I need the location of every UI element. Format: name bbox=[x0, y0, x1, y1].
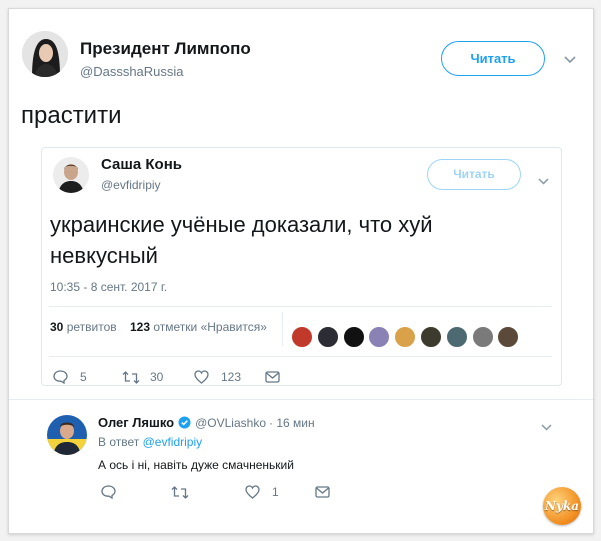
reply-to-line: В ответ @evfidripiy bbox=[98, 435, 202, 449]
main-author-name[interactable]: Президент Лимпопо bbox=[80, 39, 251, 59]
reply-icon bbox=[53, 370, 68, 384]
liker-avatar[interactable] bbox=[471, 326, 494, 348]
reply-direct-message-action[interactable] bbox=[315, 486, 330, 498]
chevron-down-icon[interactable] bbox=[564, 51, 576, 69]
liker-avatar[interactable] bbox=[445, 326, 468, 348]
verified-badge-icon bbox=[178, 416, 191, 429]
likes-label: отметки «Нравится» bbox=[153, 320, 267, 334]
reply-icon bbox=[101, 485, 116, 499]
quoted-follow-button[interactable]: Читать bbox=[427, 159, 521, 190]
reply-action[interactable]: 5 bbox=[53, 370, 87, 384]
quoted-stats-divider-top bbox=[49, 306, 552, 307]
retweet-icon bbox=[122, 370, 140, 384]
reply-chevron-down-icon[interactable] bbox=[541, 418, 552, 436]
likes-count: 123 bbox=[130, 320, 151, 334]
main-author-handle[interactable]: @DassshaRussia bbox=[80, 64, 184, 79]
retweet-stats[interactable]: 30 ретвитов bbox=[50, 320, 117, 334]
quoted-author-avatar[interactable] bbox=[53, 157, 89, 193]
reply-divider bbox=[9, 399, 593, 400]
liker-avatar[interactable] bbox=[291, 326, 313, 348]
main-tweet-text: прастити bbox=[21, 102, 122, 129]
retweet-icon bbox=[171, 486, 189, 499]
quoted-author-name[interactable]: Саша Конь bbox=[101, 156, 182, 173]
follow-button[interactable]: Читать bbox=[441, 41, 545, 76]
reply-to-prefix: В ответ bbox=[98, 435, 140, 449]
watermark-logo: Nyka bbox=[543, 487, 581, 525]
quoted-stats-divider-bottom bbox=[49, 356, 552, 357]
stats-vertical-divider bbox=[282, 312, 283, 346]
retweets-label: ретвитов bbox=[66, 320, 117, 334]
liker-avatar[interactable] bbox=[420, 326, 442, 348]
watermark-text: Nyka bbox=[544, 499, 580, 513]
reply-author-avatar[interactable] bbox=[47, 415, 87, 455]
reply-retweet-action[interactable] bbox=[171, 486, 189, 499]
quoted-tweet-text-line1: украинские учёные доказали, что хуй bbox=[50, 212, 433, 237]
reply-author-name[interactable]: Олег Ляшко bbox=[98, 415, 174, 430]
reply-reply-action[interactable] bbox=[101, 485, 116, 499]
reply-text: А ось і ні, навіть дуже смачненький bbox=[98, 458, 294, 472]
reply-author-handle[interactable]: @OVLiashko bbox=[195, 416, 266, 430]
reply-to-handle[interactable]: @evfidripiy bbox=[143, 435, 203, 449]
retweet-count: 30 bbox=[150, 370, 164, 384]
retweets-count: 30 bbox=[50, 320, 64, 334]
reply-like-action[interactable]: 1 bbox=[245, 485, 279, 499]
likes-stats[interactable]: 123 отметки «Нравится» bbox=[130, 320, 267, 334]
tweet-card: Президент Лимпопо @DassshaRussia Читать … bbox=[8, 8, 594, 534]
reply-header: Олег Ляшко @OVLiashko · 16 мин bbox=[98, 415, 315, 430]
direct-message-action[interactable] bbox=[265, 371, 280, 383]
quoted-tweet-text-line2: невкусный bbox=[50, 243, 158, 268]
main-author-avatar[interactable] bbox=[22, 31, 68, 77]
quoted-author-handle[interactable]: @evfidripiy bbox=[101, 178, 161, 192]
heart-icon bbox=[194, 370, 209, 384]
reply-like-count: 1 bbox=[272, 485, 279, 499]
reply-count: 5 bbox=[80, 370, 87, 384]
like-count: 123 bbox=[221, 370, 242, 384]
envelope-icon bbox=[265, 371, 280, 383]
envelope-icon bbox=[315, 486, 330, 498]
quoted-tweet-timestamp[interactable]: 10:35 - 8 сент. 2017 г. bbox=[50, 280, 167, 294]
quoted-chevron-down-icon[interactable] bbox=[538, 172, 549, 190]
like-action[interactable]: 123 bbox=[194, 370, 241, 384]
reply-time[interactable]: · 16 мин bbox=[269, 416, 315, 430]
retweet-action[interactable]: 30 bbox=[122, 370, 163, 384]
heart-icon bbox=[245, 485, 260, 499]
liker-avatar[interactable] bbox=[342, 326, 365, 348]
liker-avatar[interactable] bbox=[316, 326, 339, 348]
